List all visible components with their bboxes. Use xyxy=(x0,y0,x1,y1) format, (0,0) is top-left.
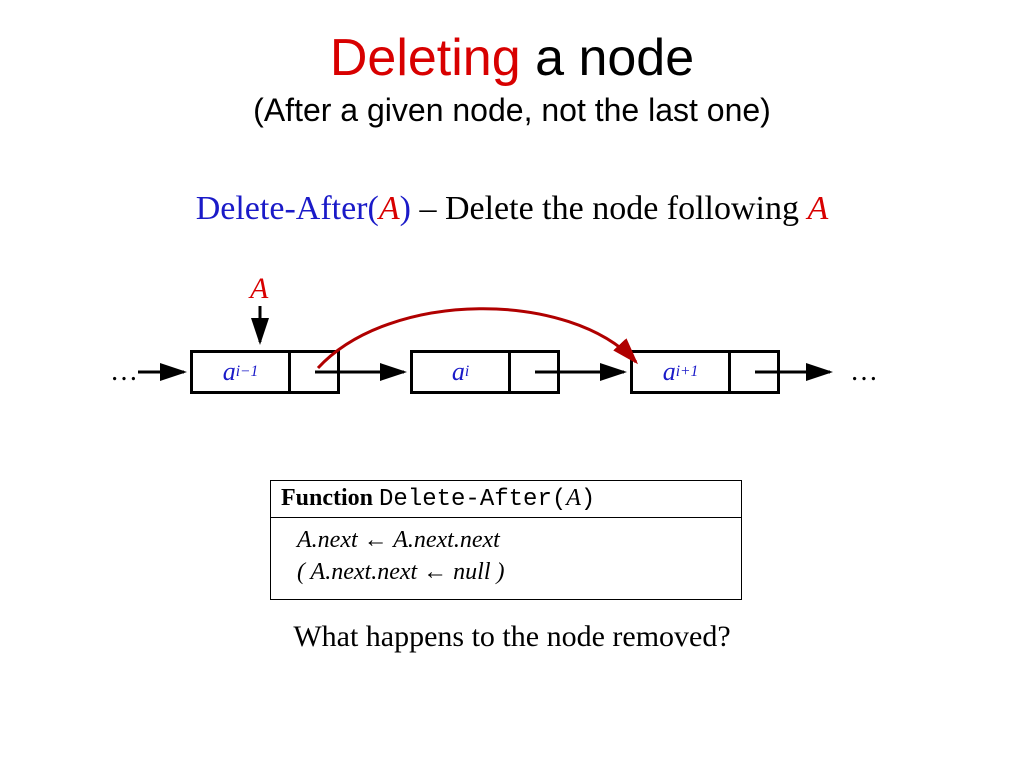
pseudocode-line-1: A.next ← A.next.next xyxy=(297,524,715,556)
func-name: Delete-After( xyxy=(196,190,379,227)
operation-description: Delete-After(A) – Delete the node follow… xyxy=(0,190,1024,228)
func-arg: A xyxy=(379,190,400,227)
pseudocode-body: A.next ← A.next.next ( A.next.next ← nul… xyxy=(271,518,741,599)
pseudocode-header: Function Delete-After(A) xyxy=(271,481,741,518)
func-close: ) xyxy=(400,190,411,227)
pseudocode-line-2: ( A.next.next ← null ) xyxy=(297,556,715,588)
closing-question: What happens to the node removed? xyxy=(0,620,1024,654)
pseudocode-func-name: Delete-After( xyxy=(379,486,566,513)
pseudocode-arg: A xyxy=(566,485,581,511)
slide-title: Deleting a node xyxy=(0,28,1024,88)
pseudocode-close: ) xyxy=(581,486,595,513)
title-rest: a node xyxy=(521,29,695,87)
arrows-overlay xyxy=(130,270,890,430)
linked-list-diagram: A … ai−1 ai ai+1 … xyxy=(130,270,890,430)
slide-subtitle: (After a given node, not the last one) xyxy=(0,92,1024,129)
bypass-arrow xyxy=(318,309,636,368)
title-highlight: Deleting xyxy=(330,29,521,87)
pseudocode-box: Function Delete-After(A) A.next ← A.next… xyxy=(270,480,742,600)
keyword-function: Function xyxy=(281,485,373,511)
desc-text: Delete the node following xyxy=(445,190,808,227)
desc-tail: A xyxy=(808,190,829,227)
desc-dash: – xyxy=(411,190,445,227)
